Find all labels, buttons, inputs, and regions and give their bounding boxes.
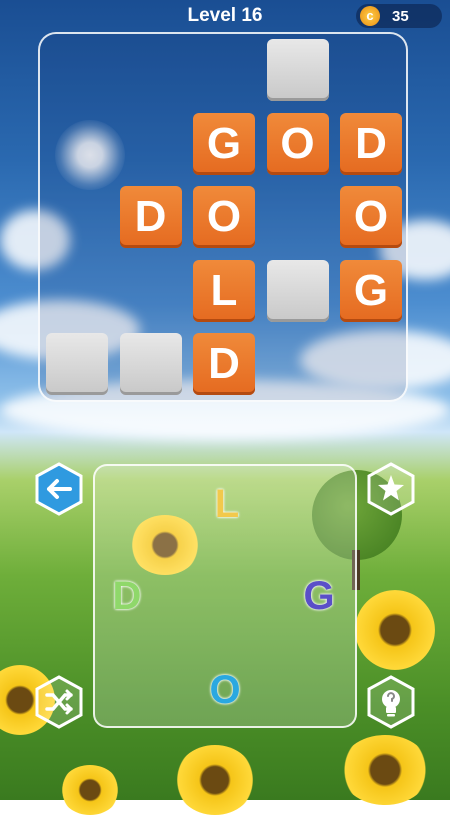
crossword-board: GODDOOLGD — [38, 32, 408, 402]
shuffle-button[interactable] — [34, 675, 84, 729]
grid-tile-filled: O — [266, 112, 329, 175]
grid-tile-filled: D — [340, 112, 402, 175]
grid-tile-empty — [119, 333, 182, 395]
flower — [355, 590, 435, 670]
coin-counter[interactable]: c 35 — [356, 4, 442, 28]
grid-tile-filled: O — [340, 186, 402, 248]
flower — [340, 735, 430, 805]
wheel-letter-right[interactable]: G — [299, 574, 339, 619]
grid-tile-empty — [46, 333, 108, 395]
wheel-letter-top[interactable]: L — [207, 482, 247, 527]
back-button[interactable] — [34, 462, 84, 516]
star-icon — [367, 462, 415, 516]
letter-wheel[interactable]: L D G O — [93, 464, 357, 728]
grid-tile-filled: L — [193, 259, 255, 322]
hint-button[interactable] — [366, 675, 416, 729]
grid-tile-filled: D — [193, 333, 255, 395]
top-bar: Level 16 c 35 — [0, 0, 450, 32]
coin-count: 35 — [392, 8, 409, 25]
favorite-button[interactable] — [366, 462, 416, 516]
hint-bulb-icon — [367, 675, 415, 729]
coin-icon: c — [360, 6, 380, 26]
flower — [175, 745, 255, 815]
grid-tile-filled: D — [119, 186, 182, 248]
shuffle-icon — [35, 675, 83, 729]
arrow-left-icon — [35, 462, 83, 516]
grid-tile-filled: G — [340, 259, 402, 322]
grid-tile-filled: G — [193, 112, 255, 175]
grid-tile-empty — [266, 259, 329, 322]
wheel-letter-left[interactable]: D — [107, 574, 147, 619]
flower — [60, 765, 120, 815]
grid-tile-empty — [266, 39, 329, 101]
grid-tile-filled: O — [193, 186, 255, 248]
wheel-letter-bottom[interactable]: O — [205, 668, 245, 713]
